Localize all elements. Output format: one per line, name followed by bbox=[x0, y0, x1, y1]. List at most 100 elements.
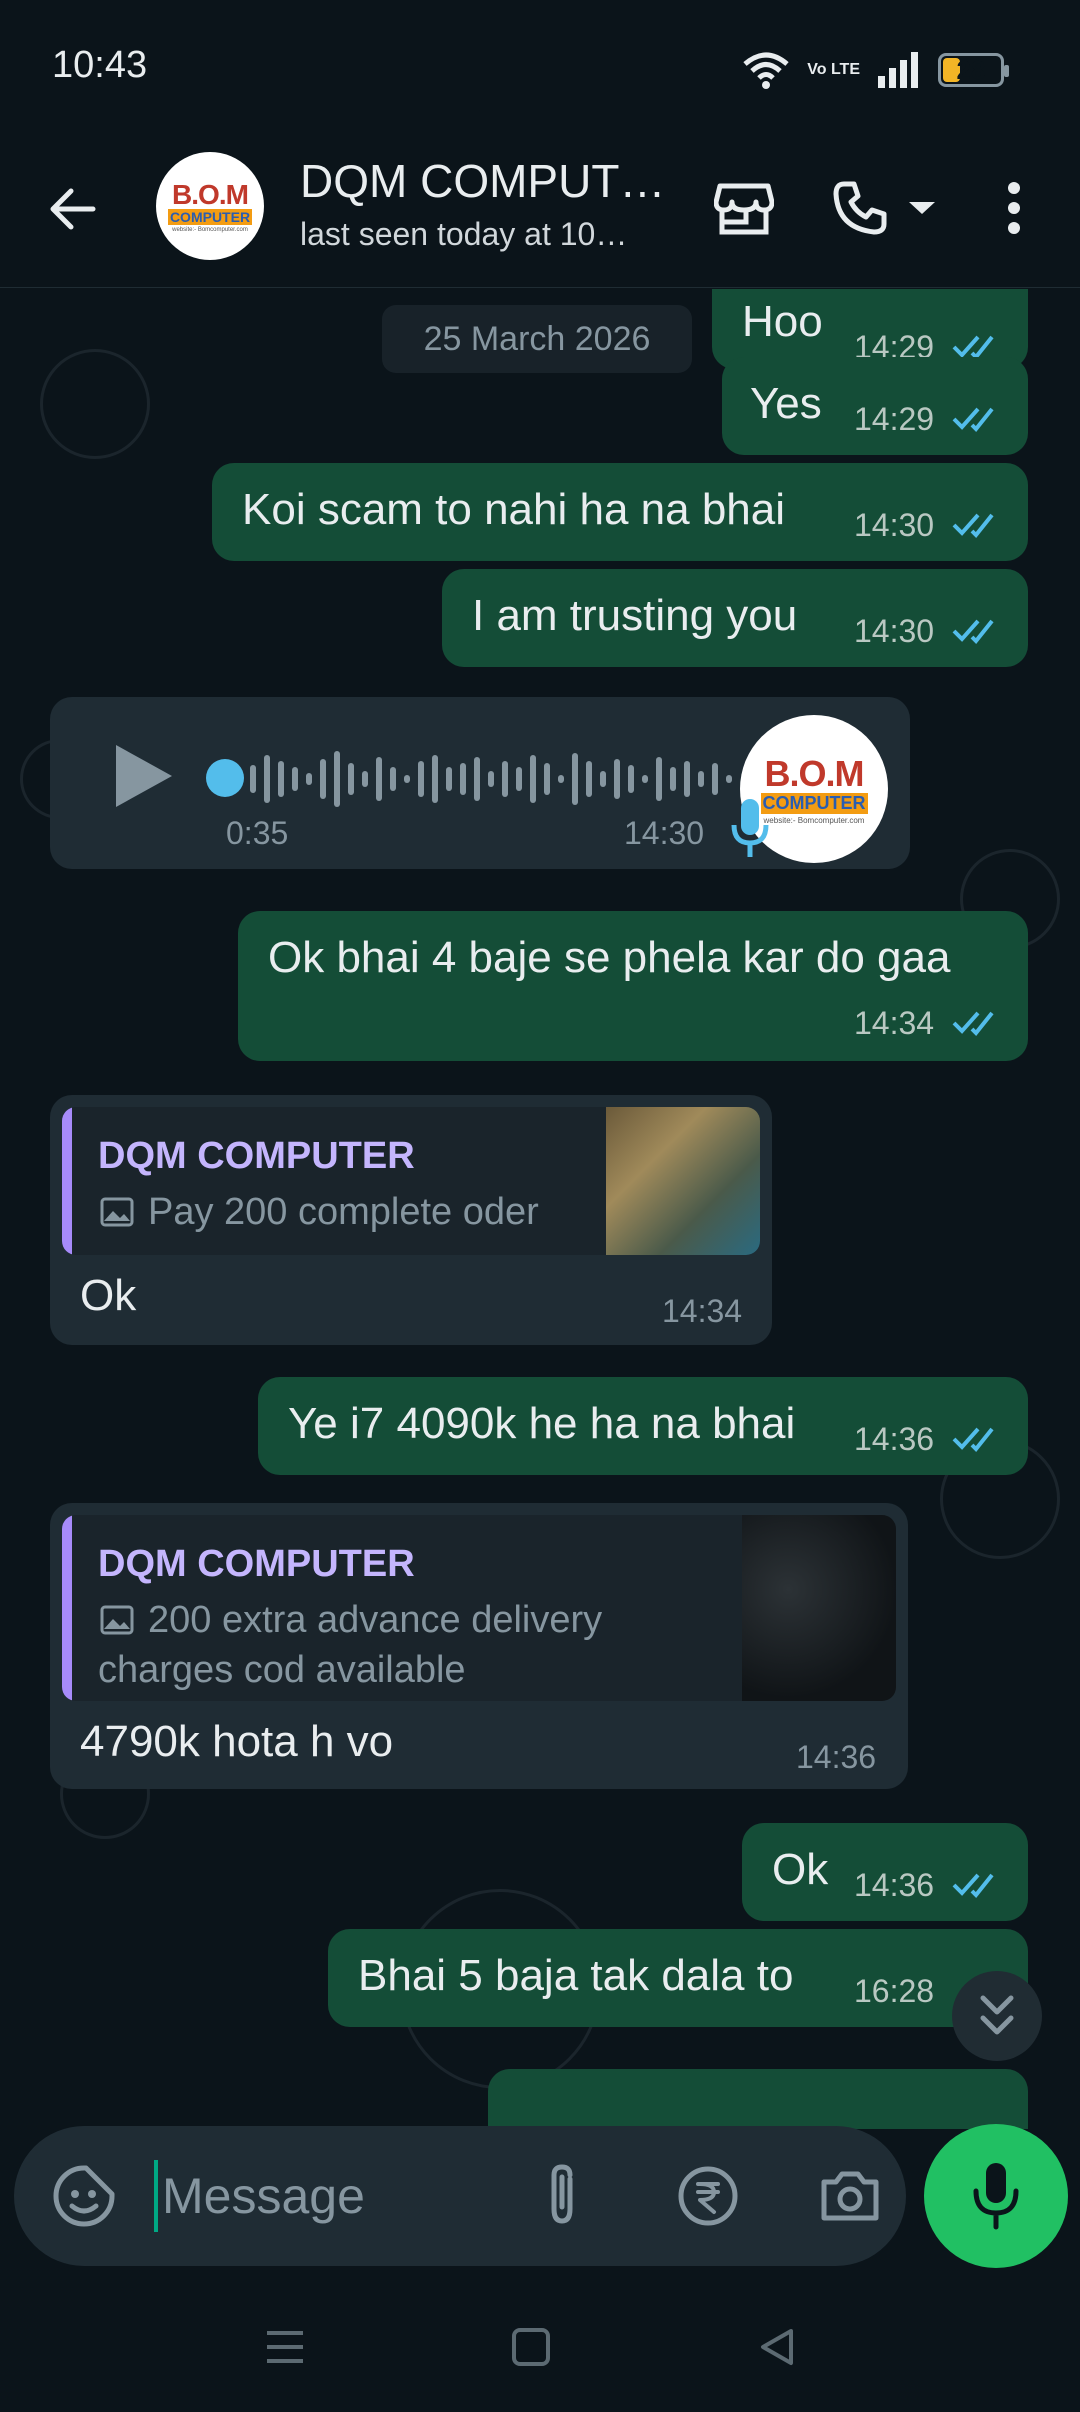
outgoing-message[interactable]: Ye i7 4090k he ha na bhai 14:36 bbox=[258, 1377, 1028, 1475]
rupee-icon bbox=[678, 2166, 738, 2226]
mic-icon bbox=[973, 2163, 1019, 2230]
wifi-icon bbox=[743, 52, 789, 89]
paperclip-icon bbox=[551, 2164, 573, 2224]
message-text: 4790k hota h vo bbox=[80, 1717, 394, 1766]
avatar-logo-web: website:- Bomcomputer.com bbox=[763, 816, 865, 825]
image-icon bbox=[100, 1605, 134, 1635]
recents-button[interactable] bbox=[250, 2312, 320, 2382]
back-button[interactable] bbox=[38, 174, 108, 244]
play-icon bbox=[116, 745, 172, 807]
call-options-button[interactable] bbox=[894, 168, 950, 248]
message-text: Ye i7 4090k he ha na bhai bbox=[288, 1399, 796, 1448]
read-ticks-icon bbox=[952, 407, 994, 432]
outgoing-message[interactable]: Koi scam to nahi ha na bhai 14:30 bbox=[212, 463, 1028, 561]
battery-icon: 28 bbox=[938, 53, 1009, 87]
outgoing-message[interactable]: Yes 14:29 bbox=[722, 357, 1028, 455]
message-time: 14:30 bbox=[624, 815, 705, 851]
more-options-button[interactable] bbox=[974, 168, 1054, 248]
message-time: 14:34 bbox=[662, 1293, 743, 1329]
image-icon bbox=[100, 1197, 134, 1227]
emoji-button[interactable] bbox=[44, 2156, 124, 2236]
message-time: 14:34 bbox=[854, 1005, 935, 1041]
double-chevron-down-icon bbox=[980, 1995, 1014, 2035]
reply-thumbnail bbox=[742, 1515, 896, 1701]
message-text: I am trusting you bbox=[472, 591, 798, 640]
incoming-message[interactable]: DQM COMPUTER Pay 200 complete oder Ok 14… bbox=[50, 1095, 772, 1345]
outgoing-message[interactable]: I am trusting you 14:30 bbox=[442, 569, 1028, 667]
outgoing-message[interactable]: Bhai 5 baja tak dala to 16:28 bbox=[328, 1929, 1028, 2027]
message-time: 14:36 bbox=[796, 1739, 877, 1775]
arrow-left-icon bbox=[50, 188, 96, 230]
home-button[interactable] bbox=[496, 2312, 566, 2382]
message-text: Bhai 5 baja tak dala to bbox=[358, 1951, 794, 2000]
read-ticks-icon bbox=[952, 1427, 994, 1452]
reply-sender: DQM COMPUTER bbox=[98, 1135, 415, 1177]
outgoing-message[interactable]: Ok 14:36 bbox=[742, 1823, 1028, 1921]
outgoing-message[interactable]: Ok bhai 4 baje se phela kar do gaa 14:34 bbox=[238, 911, 1028, 1061]
read-ticks-icon bbox=[952, 619, 994, 644]
payment-button[interactable] bbox=[668, 2156, 748, 2236]
call-button[interactable] bbox=[820, 168, 900, 248]
chat-area[interactable]: Hoo 14:29 25 March 2026 Yes 14:29 Koi sc… bbox=[0, 289, 1080, 2129]
message-text: Yes bbox=[750, 379, 822, 428]
contact-avatar[interactable]: B.O.M COMPUTER website:- Bomcomputer.com bbox=[156, 152, 264, 260]
reply-text: Pay 200 complete oder bbox=[148, 1191, 539, 1233]
play-button[interactable] bbox=[108, 741, 178, 811]
store-icon bbox=[714, 183, 774, 235]
chat-header: B.O.M COMPUTER website:- Bomcomputer.com… bbox=[0, 138, 1080, 288]
mic-icon bbox=[731, 799, 769, 857]
message-text: Ok bbox=[772, 1845, 829, 1894]
avatar-logo-sub: COMPUTER bbox=[167, 209, 253, 225]
message-time: 14:30 bbox=[854, 613, 935, 649]
attach-button[interactable] bbox=[522, 2156, 602, 2236]
incoming-message[interactable]: DQM COMPUTER 200 extra advance delivery … bbox=[50, 1503, 908, 1789]
voice-record-button[interactable] bbox=[924, 2124, 1068, 2268]
message-text: Ok bbox=[80, 1271, 137, 1320]
camera-icon bbox=[821, 2171, 879, 2221]
avatar-logo: B.O.M bbox=[764, 753, 865, 794]
volte-label: Vo LTE bbox=[807, 61, 860, 78]
voice-message[interactable]: 0:35 14:30 B.O.M COMPUTER website:- Bomc… bbox=[50, 697, 910, 869]
reply-thumbnail bbox=[606, 1107, 760, 1255]
system-navigation-bar bbox=[0, 2282, 1080, 2412]
camera-button[interactable] bbox=[810, 2156, 890, 2236]
message-time: 14:36 bbox=[854, 1867, 935, 1903]
avatar-logo: B.O.M bbox=[172, 179, 249, 210]
battery-level: 28 bbox=[956, 54, 986, 85]
read-ticks-icon bbox=[952, 1011, 994, 1036]
more-vert-icon bbox=[1008, 182, 1020, 234]
store-button[interactable] bbox=[704, 168, 784, 248]
status-bar: 10:43 Vo LTE 28 bbox=[0, 0, 1080, 138]
chevron-down-icon bbox=[909, 202, 935, 214]
outgoing-message-partial[interactable] bbox=[488, 2069, 1028, 2129]
message-text: Koi scam to nahi ha na bhai bbox=[242, 485, 786, 534]
status-time: 10:43 bbox=[52, 44, 148, 86]
avatar-logo-web: website:- Bomcomputer.com bbox=[172, 227, 248, 233]
square-icon bbox=[512, 2328, 550, 2366]
message-text: Hoo bbox=[742, 297, 823, 346]
message-input[interactable] bbox=[154, 2160, 484, 2232]
phone-icon bbox=[833, 181, 887, 235]
triangle-back-icon bbox=[761, 2329, 793, 2365]
quoted-reply[interactable]: DQM COMPUTER 200 extra advance delivery … bbox=[62, 1515, 896, 1701]
menu-icon bbox=[267, 2331, 303, 2363]
avatar-logo-sub: COMPUTER bbox=[760, 793, 868, 814]
read-ticks-icon bbox=[952, 1873, 994, 1898]
message-text: Ok bhai 4 baje se phela kar do gaa bbox=[268, 933, 951, 982]
seek-handle[interactable] bbox=[206, 759, 244, 797]
last-seen-status[interactable]: last seen today at 10… bbox=[300, 216, 627, 253]
quoted-reply[interactable]: DQM COMPUTER Pay 200 complete oder bbox=[62, 1107, 760, 1255]
voice-duration: 0:35 bbox=[226, 815, 289, 851]
contact-name[interactable]: DQM COMPUT… bbox=[300, 154, 665, 208]
back-nav-button[interactable] bbox=[742, 2312, 812, 2382]
reply-text-line1: 200 extra advance delivery bbox=[148, 1599, 603, 1641]
wallpaper-doodle bbox=[40, 349, 150, 459]
reply-accent-bar bbox=[62, 1515, 72, 1701]
signal-icon bbox=[878, 52, 918, 88]
message-time: 14:30 bbox=[854, 507, 935, 543]
date-divider: 25 March 2026 bbox=[382, 305, 692, 373]
message-time: 14:29 bbox=[854, 401, 935, 437]
reply-accent-bar bbox=[62, 1107, 72, 1255]
status-icons: Vo LTE 28 bbox=[741, 48, 1009, 92]
scroll-to-bottom-button[interactable] bbox=[952, 1971, 1042, 2061]
